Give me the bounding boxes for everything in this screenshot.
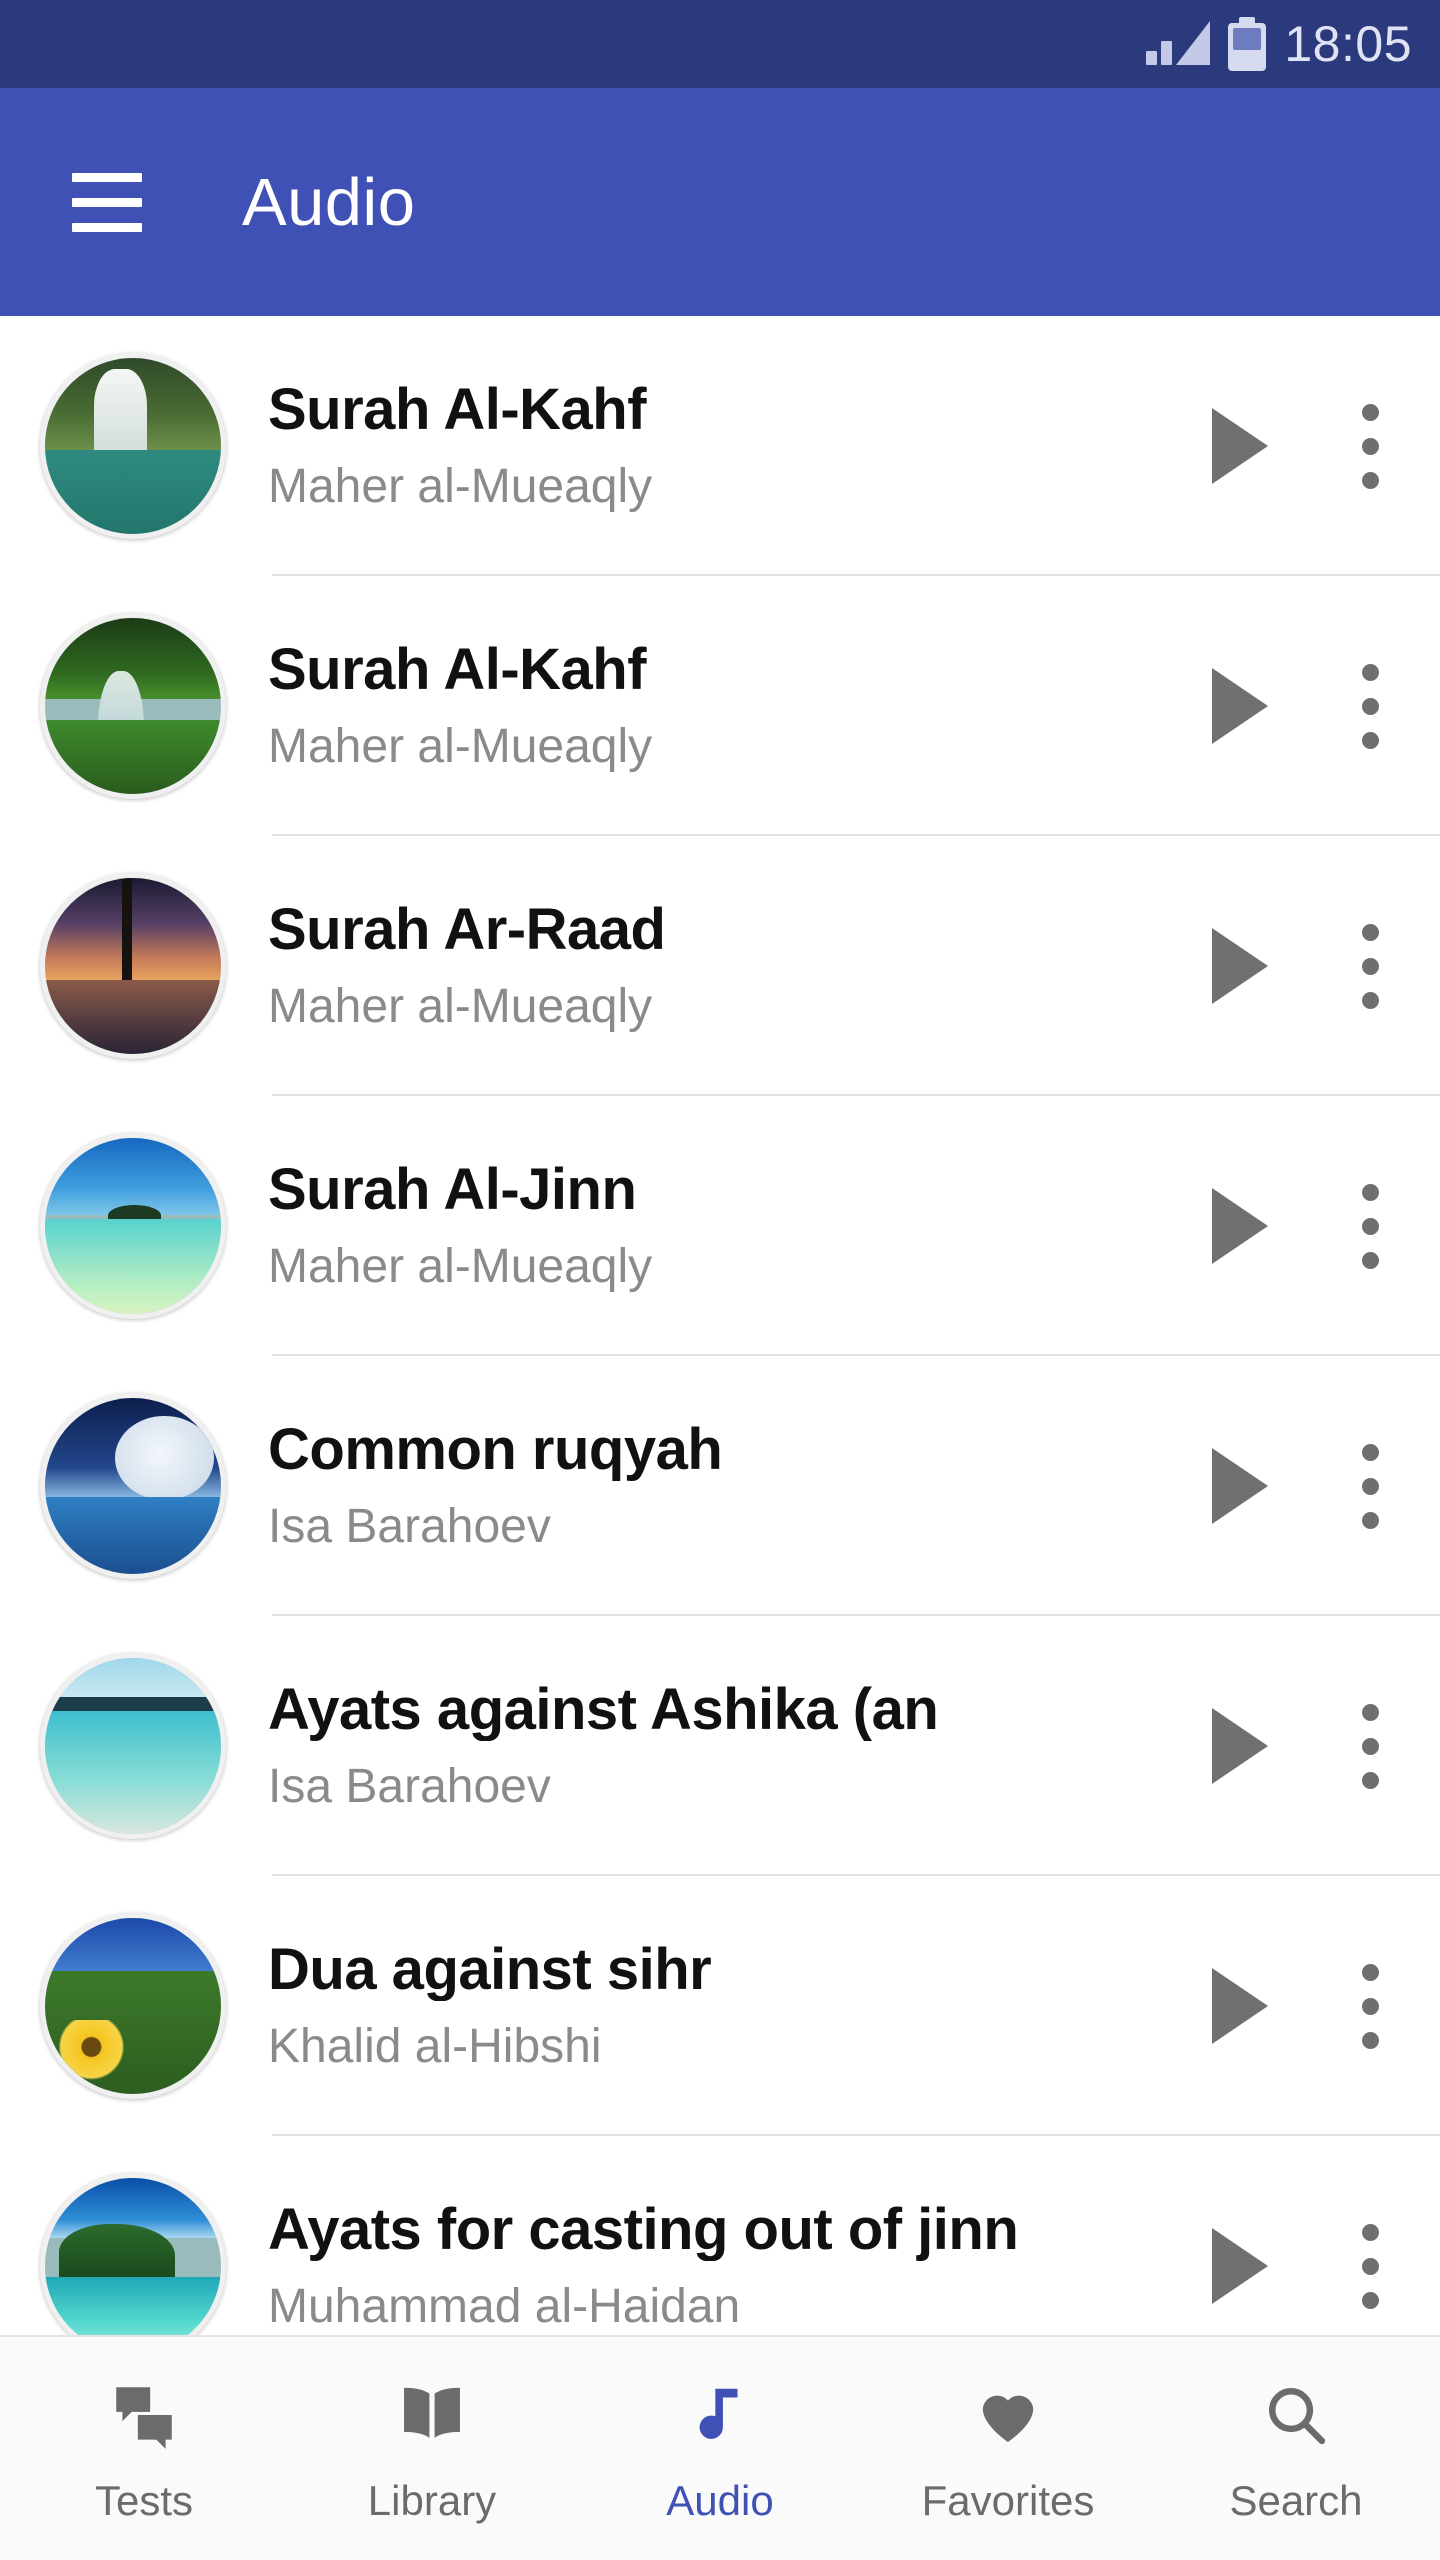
lagoon-island-thumbnail <box>40 2173 226 2335</box>
more-vertical-icon[interactable] <box>1300 1183 1440 1269</box>
list-item-meta: Ayats for casting out of jinn Muhammad al… <box>226 2199 1180 2333</box>
list-item-artist: Khalid al-Hibshi <box>268 2021 602 2074</box>
page-title: Audio <box>242 164 416 240</box>
nav-item-tests[interactable]: Tests <box>0 2337 288 2560</box>
open-book-icon <box>393 2376 471 2454</box>
play-icon[interactable] <box>1180 1708 1300 1784</box>
bottom-navigation[interactable]: Tests Library Audio Favorites Search <box>0 2335 1440 2560</box>
forest-stream-thumbnail <box>40 613 226 799</box>
list-item-artist: Maher al-Mueaqly <box>268 721 653 774</box>
nav-item-label: Search <box>1229 2476 1363 2524</box>
list-item[interactable]: Surah Al-Kahf Maher al-Mueaqly <box>0 576 1440 836</box>
list-item-title: Surah Al-Kahf <box>268 378 647 442</box>
more-vertical-icon[interactable] <box>1300 663 1440 749</box>
more-vertical-icon[interactable] <box>1300 2223 1440 2309</box>
list-item[interactable]: Surah Ar-Raad Maher al-Mueaqly <box>0 836 1440 1096</box>
list-item-artist: Maher al-Mueaqly <box>268 981 653 1034</box>
nav-item-audio[interactable]: Audio <box>576 2337 864 2560</box>
play-icon[interactable] <box>1180 2228 1300 2304</box>
chat-bubbles-icon <box>107 2376 181 2454</box>
app-root: 18:05 Audio Surah Al-Kahf Maher al-Mueaql… <box>0 0 1440 2560</box>
heart-icon <box>970 2376 1046 2454</box>
more-vertical-icon[interactable] <box>1300 403 1440 489</box>
list-item[interactable]: Common ruqyah Isa Barahoev <box>0 1356 1440 1616</box>
battery-icon <box>1228 17 1267 71</box>
play-icon[interactable] <box>1180 1968 1300 2044</box>
play-icon[interactable] <box>1180 1448 1300 1524</box>
waterfall-thumbnail <box>40 353 226 539</box>
more-vertical-icon[interactable] <box>1300 923 1440 1009</box>
list-item-title: Ayats against Ashika (an <box>268 1678 939 1742</box>
list-item-title: Surah Ar-Raad <box>268 898 666 962</box>
list-item[interactable]: Surah Al-Jinn Maher al-Mueaqly <box>0 1096 1440 1356</box>
play-icon[interactable] <box>1180 928 1300 1004</box>
play-icon[interactable] <box>1180 408 1300 484</box>
list-item-meta: Dua against sihr Khalid al-Hibshi <box>226 1939 1180 2073</box>
list-item-title: Ayats for casting out of jinn <box>268 2198 1019 2262</box>
list-item-meta: Surah Al-Jinn Maher al-Mueaqly <box>226 1159 1180 1293</box>
nav-item-label: Library <box>367 2476 497 2524</box>
status-bar: 18:05 <box>0 0 1440 88</box>
list-item-meta: Ayats against Ashika (an Isa Barahoev <box>226 1679 1180 1813</box>
moon-ocean-thumbnail <box>40 1393 226 1579</box>
hamburger-menu-icon[interactable] <box>72 172 142 232</box>
list-item-artist: Maher al-Mueaqly <box>268 1241 653 1294</box>
list-item-title: Dua against sihr <box>268 1938 712 2002</box>
list-item[interactable]: Dua against sihr Khalid al-Hibshi <box>0 1876 1440 2136</box>
list-item-meta: Surah Al-Kahf Maher al-Mueaqly <box>226 639 1180 773</box>
more-vertical-icon[interactable] <box>1300 1963 1440 2049</box>
list-item[interactable]: Ayats for casting out of jinn Muhammad al… <box>0 2136 1440 2335</box>
list-item-artist: Isa Barahoev <box>268 1761 551 1814</box>
nav-item-label: Tests <box>94 2476 194 2524</box>
search-icon <box>1259 2376 1333 2454</box>
app-bar: Audio <box>0 88 1440 316</box>
nav-item-label: Favorites <box>921 2476 1095 2524</box>
list-item[interactable]: Surah Al-Kahf Maher al-Mueaqly <box>0 316 1440 576</box>
list-item-artist: Maher al-Mueaqly <box>268 461 653 514</box>
signal-bars-icon <box>1146 21 1211 65</box>
music-note-icon <box>685 2376 755 2454</box>
list-item[interactable]: Ayats against Ashika (an Isa Barahoev <box>0 1616 1440 1876</box>
status-bar-clock: 18:05 <box>1284 16 1412 72</box>
list-item-meta: Surah Ar-Raad Maher al-Mueaqly <box>226 899 1180 1033</box>
nav-item-label: Audio <box>666 2476 774 2524</box>
list-item-artist: Isa Barahoev <box>268 1501 551 1554</box>
nav-item-library[interactable]: Library <box>288 2337 576 2560</box>
more-vertical-icon[interactable] <box>1300 1443 1440 1529</box>
sunflower-field-thumbnail <box>40 1913 226 2099</box>
play-icon[interactable] <box>1180 668 1300 744</box>
play-icon[interactable] <box>1180 1188 1300 1264</box>
audio-list[interactable]: Surah Al-Kahf Maher al-Mueaqly Surah Al-Ka… <box>0 316 1440 2335</box>
nav-item-favorites[interactable]: Favorites <box>864 2337 1152 2560</box>
more-vertical-icon[interactable] <box>1300 1703 1440 1789</box>
list-item-artist: Muhammad al-Haidan <box>268 2281 741 2334</box>
list-item-title: Common ruqyah <box>268 1418 723 1482</box>
list-item-meta: Surah Al-Kahf Maher al-Mueaqly <box>226 379 1180 513</box>
list-item-title: Surah Al-Kahf <box>268 638 647 702</box>
list-item-title: Surah Al-Jinn <box>268 1158 637 1222</box>
turquoise-beach-thumbnail <box>40 1653 226 1839</box>
list-item-meta: Common ruqyah Isa Barahoev <box>226 1419 1180 1553</box>
palm-sunset-thumbnail <box>40 873 226 1059</box>
tropical-island-thumbnail <box>40 1133 226 1319</box>
nav-item-search[interactable]: Search <box>1152 2337 1440 2560</box>
